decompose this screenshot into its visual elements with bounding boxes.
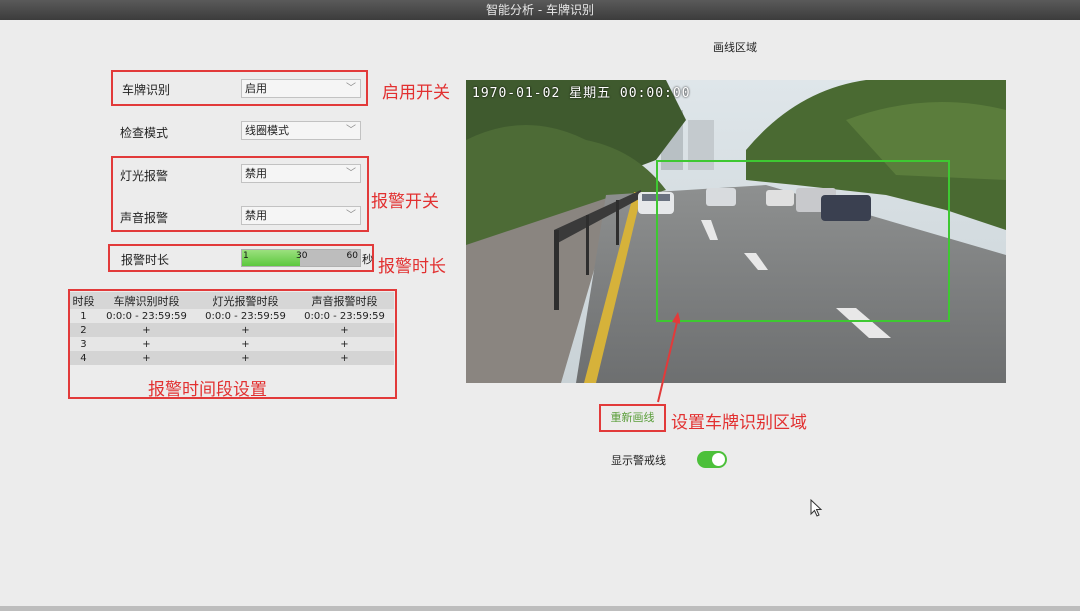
annotation-set-area: 设置车牌识别区域 <box>671 413 807 433</box>
check-mode-value: 线圈模式 <box>245 124 289 137</box>
arrow-icon <box>657 312 680 403</box>
annotation-alarm-duration: 报警时长 <box>378 257 446 277</box>
sound-alarm-label: 声音报警 <box>120 211 169 225</box>
plate-recognition-label: 车牌识别 <box>122 83 171 97</box>
slider-mid-label: 30 <box>296 251 308 261</box>
plate-recognition-select[interactable]: 启用 ﹀ <box>241 79 361 98</box>
draw-area-title: 画线区域 <box>713 41 757 54</box>
camera-preview[interactable]: 1970-01-02 星期五 00:00:00 <box>466 80 1006 383</box>
alarm-duration-label: 报警时长 <box>121 253 170 267</box>
annotation-enable-switch: 启用开关 <box>382 83 450 103</box>
light-alarm-label: 灯光报警 <box>120 169 169 183</box>
sound-alarm-value: 禁用 <box>245 209 267 222</box>
window-title-bar: 智能分析 - 车牌识别 <box>0 0 1080 20</box>
detection-zone[interactable] <box>656 160 950 322</box>
redraw-line-button[interactable]: 重新画线 <box>599 404 666 432</box>
window-title: 智能分析 - 车牌识别 <box>486 3 594 17</box>
chevron-down-icon: ﹀ <box>346 210 356 221</box>
chevron-down-icon: ﹀ <box>346 83 356 94</box>
toggle-knob <box>712 453 725 466</box>
show-line-toggle[interactable] <box>697 451 727 468</box>
light-alarm-value: 禁用 <box>245 167 267 180</box>
check-mode-select[interactable]: 线圈模式 ﹀ <box>241 121 361 140</box>
slider-max-label: 60 <box>346 251 358 261</box>
chevron-down-icon: ﹀ <box>346 125 356 136</box>
plate-recognition-value: 启用 <box>245 82 267 95</box>
camera-osd-timestamp: 1970-01-02 星期五 00:00:00 <box>472 86 691 101</box>
check-mode-label: 检查模式 <box>120 126 169 140</box>
slider-unit: 秒 <box>362 253 373 266</box>
chevron-down-icon: ﹀ <box>346 168 356 179</box>
slider-min-label: 1 <box>243 251 249 261</box>
show-line-label: 显示警戒线 <box>611 454 666 467</box>
slider-fill <box>242 250 300 266</box>
alarm-duration-slider[interactable]: 1 30 60 <box>241 249 361 267</box>
mouse-cursor-icon <box>810 499 823 517</box>
bottom-bar <box>0 606 1080 611</box>
annotation-alarm-switch: 报警开关 <box>371 192 439 212</box>
sound-alarm-select[interactable]: 禁用 ﹀ <box>241 206 361 225</box>
light-alarm-select[interactable]: 禁用 ﹀ <box>241 164 361 183</box>
annotation-alarm-period: 报警时间段设置 <box>148 380 267 400</box>
